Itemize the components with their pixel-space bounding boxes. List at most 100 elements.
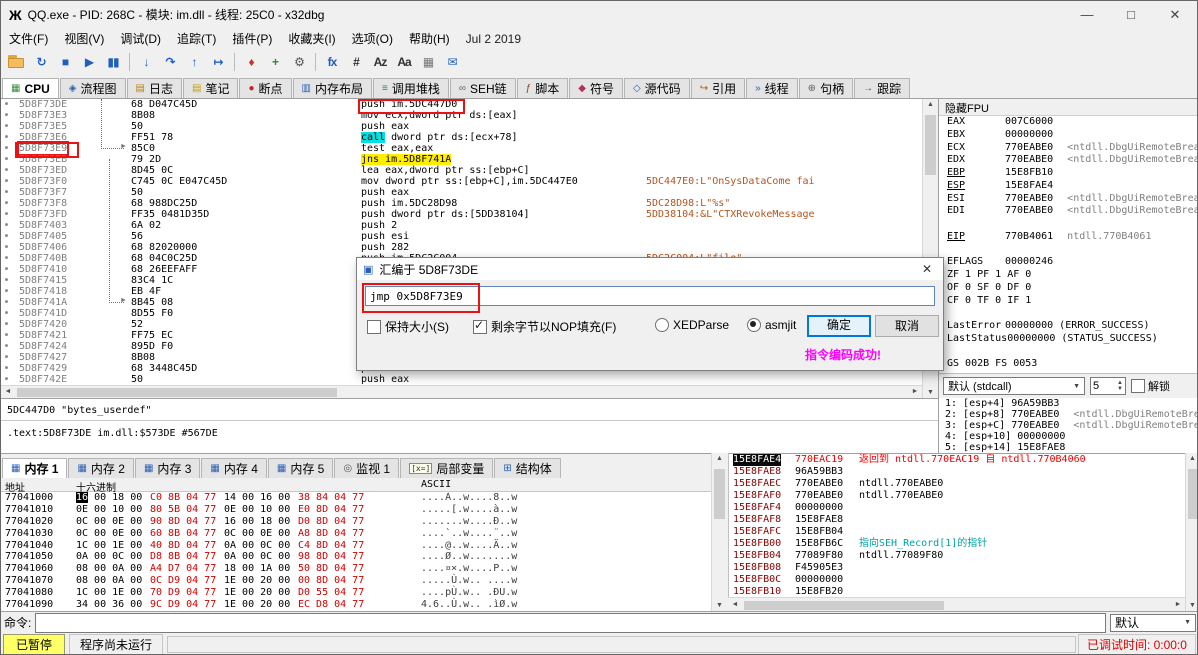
menu-item[interactable]: 插件(P) xyxy=(224,28,280,49)
minimize-button[interactable]: — xyxy=(1065,1,1109,28)
disasm-row[interactable]: ● 5D8F7405 56 push esi xyxy=(1,231,922,242)
keep-size-checkbox[interactable]: 保持大小(S) xyxy=(367,318,449,335)
stack-row[interactable]: 15E8FAF0 770EABE0 ntdll.770EABE0 xyxy=(729,490,1185,502)
tab-笔记[interactable]: ▤ 笔记 xyxy=(182,78,239,98)
tab-调用堆栈[interactable]: ≡ 调用堆栈 xyxy=(372,78,449,98)
comment-bubble-icon[interactable]: ✉ xyxy=(440,51,464,73)
stack-row[interactable]: 15E8FAE4 770EAC19 返回到 ntdll.770EAC19 自 ntd… xyxy=(729,454,1185,466)
tab-内存布局[interactable]: ▥ 内存布局 xyxy=(292,78,372,98)
memory-row[interactable]: 77041080 1C 00 1E 00 70 D9 04 77 1E 00 20 0… xyxy=(1,587,711,599)
stack-vertical-scrollbar[interactable]: ▲ ▼ xyxy=(1185,453,1197,611)
stack-row[interactable]: 15E8FB00 15E8FB6C 指向SEH_Record[1]的指针 xyxy=(729,538,1185,550)
tab-SEH链[interactable]: ∞ SEH链 xyxy=(449,78,516,98)
disasm-row[interactable]: ● 5D8F742E 50 push eax xyxy=(1,374,922,385)
scroll-thumb[interactable] xyxy=(714,469,725,519)
menu-item[interactable]: 调试(D) xyxy=(112,28,169,49)
disasm-row[interactable]: ● 5D8F73F0 C745 0C E047C45D mov dword ptr s… xyxy=(1,176,922,187)
step-into-icon[interactable]: ↓ xyxy=(134,51,158,73)
fpu-toggle[interactable]: 隐藏FPU xyxy=(939,99,1197,116)
scroll-down-icon[interactable]: ▼ xyxy=(923,389,938,396)
tab-符号[interactable]: ◆ 符号 xyxy=(569,78,623,98)
stack-row[interactable]: 15E8FB08 F45905E3 xyxy=(729,562,1185,574)
asmjit-radio[interactable]: asmjit xyxy=(747,318,796,332)
skip-next-icon[interactable]: ↦ xyxy=(206,51,230,73)
tab-断点[interactable]: ● 断点 xyxy=(239,78,292,98)
unlock-checkbox[interactable]: 解锁 xyxy=(1131,378,1170,394)
menu-item[interactable]: 收藏夹(I) xyxy=(280,28,343,49)
tab-线程[interactable]: » 线程 xyxy=(746,78,798,98)
tab-内存 3[interactable]: ▦ 内存 3 xyxy=(134,458,201,478)
scroll-thumb[interactable] xyxy=(744,601,944,610)
tab-跟踪[interactable]: → 跟踪 xyxy=(854,78,911,98)
scroll-right-icon[interactable]: ► xyxy=(910,388,920,395)
restart-icon[interactable]: ↻ xyxy=(29,51,53,73)
memory-row[interactable]: 77041070 08 00 0A 00 0C D9 04 77 1E 00 20 0… xyxy=(1,575,711,587)
disasm-row[interactable]: ● 5D8F73FD FF35 0481D35D push dword ptr ds:… xyxy=(1,209,922,220)
stack-row[interactable]: 15E8FAFC 15E8FB04 xyxy=(729,526,1185,538)
memory-row[interactable]: 77041030 0C 00 0E 00 60 8B 04 77 0C 00 0E 0… xyxy=(1,528,711,540)
nop-fill-checkbox[interactable]: 剩余字节以NOP填充(F) xyxy=(473,318,616,335)
memory-row[interactable]: 77041090 34 00 36 00 9C D9 04 77 1E 00 20 0… xyxy=(1,599,711,611)
scroll-thumb[interactable] xyxy=(925,115,936,175)
tab-流程图[interactable]: ◈ 流程图 xyxy=(59,78,126,98)
menu-item[interactable]: 帮助(H) xyxy=(401,28,458,49)
scroll-up-icon[interactable]: ▲ xyxy=(923,101,938,108)
scroll-thumb[interactable] xyxy=(17,388,337,397)
menu-item[interactable]: 选项(O) xyxy=(344,28,401,49)
scroll-left-icon[interactable]: ◄ xyxy=(730,601,740,608)
memory-row[interactable]: 77041050 0A 00 0C 00 D8 8B 04 77 0A 00 0C 0… xyxy=(1,551,711,563)
memory-row[interactable]: 77041020 0C 00 0E 00 90 8D 04 77 16 00 18 0… xyxy=(1,516,711,528)
disasm-row[interactable]: ● 5D8F73E6 FF51 78 call dword ptr ds:[ecx+7… xyxy=(1,132,922,143)
stack-row[interactable]: 15E8FAF8 15E8FAE8 xyxy=(729,514,1185,526)
registers-panel[interactable]: 隐藏FPU EAX 007C6000 EBX 00000000 ECX 770EABE0 <… xyxy=(938,99,1197,373)
scylla-pepper-icon[interactable]: ♦ xyxy=(239,51,263,73)
tab-结构体[interactable]: ⊞ 结构体 xyxy=(494,458,561,478)
tab-内存 4[interactable]: ▦ 内存 4 xyxy=(201,458,267,478)
tab-局部变量[interactable]: [x=] 局部变量 xyxy=(400,458,494,478)
disasm-row[interactable]: ● 5D8F73F8 68 988DC25D push im.5DC28D98 5DC2… xyxy=(1,198,922,209)
pause-icon[interactable]: ▮▮ xyxy=(101,51,125,73)
stop-icon[interactable]: ■ xyxy=(53,51,77,73)
tab-内存 5[interactable]: ▦ 内存 5 xyxy=(267,458,334,478)
assemble-instruction-input[interactable] xyxy=(365,286,935,306)
menu-item[interactable]: 视图(V) xyxy=(56,28,112,49)
scroll-down-icon[interactable]: ▼ xyxy=(712,602,727,609)
disassembly-horizontal-scrollbar[interactable]: ◄ ► xyxy=(1,385,922,398)
command-profile-select[interactable]: 默认 ▼ xyxy=(1110,613,1196,632)
scroll-right-icon[interactable]: ► xyxy=(1173,601,1183,608)
open-file-icon[interactable] xyxy=(5,51,29,73)
disasm-row[interactable]: ● 5D8F73EB 79 2D jns im.5D8F741A xyxy=(1,154,922,165)
disasm-row[interactable]: ● 5D8F7406 68 82020000 push 282 xyxy=(1,242,922,253)
disasm-row[interactable]: ● 5D8F73F7 50 push eax xyxy=(1,187,922,198)
scroll-up-icon[interactable]: ▲ xyxy=(712,455,727,462)
breakpoint-hash-icon[interactable]: # xyxy=(344,51,368,73)
stack-row[interactable]: 15E8FAF4 00000000 xyxy=(729,502,1185,514)
tab-脚本[interactable]: ƒ 脚本 xyxy=(516,78,569,98)
stack-row[interactable]: 15E8FAE8 96A59BB3 xyxy=(729,466,1185,478)
stack-row[interactable]: 15E8FB04 77089F80 ntdll.77089F80 xyxy=(729,550,1185,562)
favourites-fx-icon[interactable]: fx xyxy=(320,51,344,73)
tab-监视 1[interactable]: ◎ 监视 1 xyxy=(334,458,400,478)
xedparse-radio[interactable]: XEDParse xyxy=(655,318,729,332)
calling-convention-select[interactable]: 默认 (stdcall) ▼ xyxy=(943,377,1085,395)
tab-CPU[interactable]: ▦ CPU xyxy=(2,78,59,98)
menu-item[interactable]: 追踪(T) xyxy=(169,28,224,49)
disasm-row[interactable]: ● 5D8F73ED 8D45 0C lea eax,dword ptr ss:[eb… xyxy=(1,165,922,176)
patch-icon[interactable]: + xyxy=(263,51,287,73)
memory-row[interactable]: 77041010 0E 00 10 00 80 5B 04 77 0E 00 10 0… xyxy=(1,504,711,516)
tab-内存 2[interactable]: ▦ 内存 2 xyxy=(68,458,134,478)
settings-gear-icon[interactable]: ⚙ xyxy=(287,51,311,73)
calculator-icon[interactable]: ▦ xyxy=(416,51,440,73)
scroll-down-icon[interactable]: ▼ xyxy=(1186,602,1197,609)
memory-row[interactable]: 77041000 16 00 18 00 C0 8B 04 77 14 00 16 0… xyxy=(1,492,711,504)
cancel-button[interactable]: 取消 xyxy=(875,315,939,337)
stack-row[interactable]: 15E8FAEC 770EABE0 ntdll.770EABE0 xyxy=(729,478,1185,490)
disasm-row[interactable]: ● 5D8F7403 6A 02 push 2 xyxy=(1,220,922,231)
memory-row[interactable]: 77041060 08 00 0A 00 A4 D7 04 77 18 00 1A 0… xyxy=(1,563,711,575)
assemble-az-icon[interactable]: Az xyxy=(368,51,392,73)
maximize-button[interactable]: □ xyxy=(1109,1,1153,28)
memory-vertical-scrollbar[interactable]: ▲ ▼ xyxy=(711,453,727,611)
disasm-row[interactable]: ● 5D8F73E9 85C0 test eax,eax xyxy=(1,141,922,156)
tab-源代码[interactable]: ◇ 源代码 xyxy=(623,78,690,98)
menu-item[interactable]: 文件(F) xyxy=(1,28,56,49)
